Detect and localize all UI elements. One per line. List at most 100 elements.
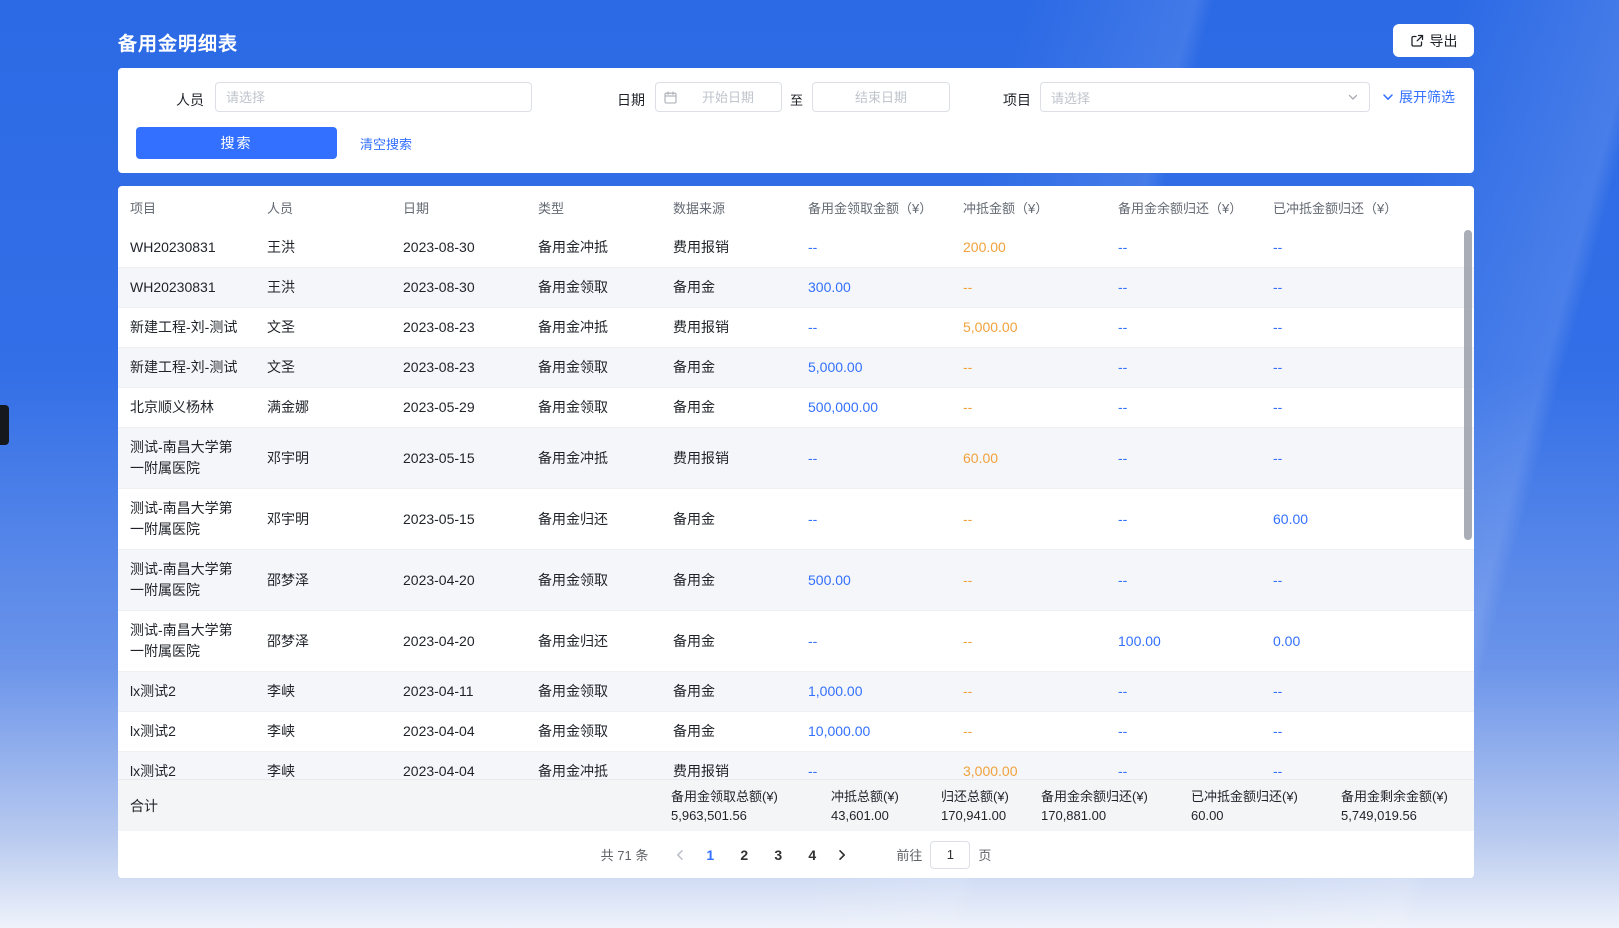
table-row[interactable]: 新建工程-刘-测试文圣2023-08-23备用金冲抵费用报销--5,000.00… xyxy=(118,308,1474,348)
table-cell: 2023-08-30 xyxy=(391,228,526,267)
person-select-input[interactable] xyxy=(215,82,532,112)
table-row[interactable]: lx测试2李峡2023-04-04备用金冲抵费用报销--3,000.00---- xyxy=(118,752,1474,779)
table-cell: 2023-04-20 xyxy=(391,561,526,600)
table-cell: 王洪 xyxy=(255,268,391,307)
table-cell: 北京顺义杨林 xyxy=(118,388,255,427)
table-cell: -- xyxy=(796,500,951,539)
table-row[interactable]: lx测试2李峡2023-04-04备用金领取备用金10,000.00------ xyxy=(118,712,1474,752)
table-cell: 10,000.00 xyxy=(796,712,951,751)
date-start-picker[interactable] xyxy=(655,82,782,112)
goto-page-input[interactable] xyxy=(930,841,970,869)
table-cell: 备用金领取 xyxy=(526,712,661,751)
export-label: 导出 xyxy=(1430,31,1458,51)
export-button[interactable]: 导出 xyxy=(1393,24,1474,57)
table-cell: 邓宇明 xyxy=(255,439,391,478)
expand-chevron-icon xyxy=(1381,90,1395,104)
table-cell: 2023-05-29 xyxy=(391,388,526,427)
date-end-input[interactable] xyxy=(821,90,941,105)
table-cell: 100.00 xyxy=(1106,622,1261,661)
drawer-handle[interactable] xyxy=(0,405,9,445)
table-cell: 邵梦泽 xyxy=(255,561,391,600)
project-select[interactable]: 请选择 xyxy=(1040,82,1370,112)
table-cell: 60.00 xyxy=(1261,500,1474,539)
page-button-2[interactable]: 2 xyxy=(730,841,758,869)
pagination-total-text: 共 71 条 xyxy=(601,845,649,864)
table-cell: 测试-南昌大学第一附属医院 xyxy=(118,550,255,610)
table-cell: -- xyxy=(1106,228,1261,267)
calendar-icon xyxy=(664,91,677,104)
summary-item-value: 170,941.00 xyxy=(941,807,1041,824)
summary-item: 备用金领取总额(¥)5,963,501.56 xyxy=(671,788,831,824)
table-row[interactable]: 测试-南昌大学第一附属医院邵梦泽2023-04-20备用金领取备用金500.00… xyxy=(118,550,1474,611)
table-cell: -- xyxy=(1261,712,1474,751)
expand-filters-label: 展开筛选 xyxy=(1399,87,1455,107)
table-cell: 5,000.00 xyxy=(951,308,1106,347)
table-cell: 备用金冲抵 xyxy=(526,752,661,779)
column-header: 备用金领取金额（¥） xyxy=(796,198,951,217)
table-cell: -- xyxy=(951,268,1106,307)
table-cell: 文圣 xyxy=(255,308,391,347)
table-cell: -- xyxy=(951,500,1106,539)
column-header: 类型 xyxy=(526,198,661,217)
table-cell: 李峡 xyxy=(255,712,391,751)
table-cell: -- xyxy=(1106,439,1261,478)
date-start-input[interactable] xyxy=(683,90,773,105)
table-scrollbar[interactable] xyxy=(1464,230,1472,540)
table-cell: 备用金冲抵 xyxy=(526,228,661,267)
page-button-3[interactable]: 3 xyxy=(764,841,792,869)
table-row[interactable]: 测试-南昌大学第一附属医院邓宇明2023-05-15备用金归还备用金------… xyxy=(118,489,1474,550)
table-cell: 0.00 xyxy=(1261,622,1474,661)
summary-item-label: 归还总额(¥) xyxy=(941,788,1041,805)
table-cell: 2023-04-11 xyxy=(391,672,526,711)
search-button[interactable]: 搜索 xyxy=(136,127,337,159)
table-cell: -- xyxy=(796,228,951,267)
clear-search-link[interactable]: 清空搜索 xyxy=(360,134,412,153)
table-cell: 2023-04-20 xyxy=(391,622,526,661)
summary-item-value: 60.00 xyxy=(1191,807,1341,824)
table-cell: -- xyxy=(1261,308,1474,347)
table-cell: 2023-05-15 xyxy=(391,439,526,478)
table-cell: -- xyxy=(1106,348,1261,387)
expand-filters-link[interactable]: 展开筛选 xyxy=(1381,87,1455,107)
table-cell: 备用金冲抵 xyxy=(526,439,661,478)
table-cell: WH20230831 xyxy=(118,268,255,307)
summary-item-value: 170,881.00 xyxy=(1041,807,1191,824)
table-cell: 李峡 xyxy=(255,672,391,711)
table-cell: 李峡 xyxy=(255,752,391,779)
table-row[interactable]: 测试-南昌大学第一附属医院邓宇明2023-05-15备用金冲抵费用报销--60.… xyxy=(118,428,1474,489)
summary-item-label: 已冲抵金额归还(¥) xyxy=(1191,788,1341,805)
table-cell: 备用金归还 xyxy=(526,500,661,539)
date-range-separator: 至 xyxy=(790,90,803,109)
table-cell: -- xyxy=(1261,561,1474,600)
table-cell: 备用金领取 xyxy=(526,268,661,307)
table-cell: 测试-南昌大学第一附属医院 xyxy=(118,611,255,671)
prev-page-button[interactable] xyxy=(666,841,694,869)
date-end-picker[interactable] xyxy=(812,82,950,112)
table-cell: 2023-08-23 xyxy=(391,308,526,347)
table-cell: -- xyxy=(951,622,1106,661)
table-cell: 5,000.00 xyxy=(796,348,951,387)
project-label: 项目 xyxy=(1003,90,1031,110)
table-cell: 1,000.00 xyxy=(796,672,951,711)
table-cell: WH20230831 xyxy=(118,228,255,267)
table-row[interactable]: 测试-南昌大学第一附属医院邵梦泽2023-04-20备用金归还备用金----10… xyxy=(118,611,1474,672)
table-row[interactable]: lx测试2李峡2023-04-11备用金领取备用金1,000.00------ xyxy=(118,672,1474,712)
column-header: 项目 xyxy=(118,198,255,217)
page-button-1[interactable]: 1 xyxy=(696,841,724,869)
table-cell: 300.00 xyxy=(796,268,951,307)
table-cell: 测试-南昌大学第一附属医院 xyxy=(118,428,255,488)
table-cell: lx测试2 xyxy=(118,712,255,751)
table-cell: -- xyxy=(1261,268,1474,307)
table-cell: 备用金 xyxy=(661,268,796,307)
next-page-button[interactable] xyxy=(828,841,856,869)
table-cell: 2023-04-04 xyxy=(391,712,526,751)
summary-item: 归还总额(¥) 170,941.00 xyxy=(941,788,1041,824)
table-row[interactable]: WH20230831王洪2023-08-30备用金领取备用金300.00----… xyxy=(118,268,1474,308)
table-row[interactable]: WH20230831王洪2023-08-30备用金冲抵费用报销--200.00-… xyxy=(118,228,1474,268)
table-row[interactable]: 新建工程-刘-测试文圣2023-08-23备用金领取备用金5,000.00---… xyxy=(118,348,1474,388)
table-cell: 费用报销 xyxy=(661,439,796,478)
table-row[interactable]: 北京顺义杨林满金娜2023-05-29备用金领取备用金500,000.00---… xyxy=(118,388,1474,428)
page-button-4[interactable]: 4 xyxy=(798,841,826,869)
table-cell: 备用金领取 xyxy=(526,348,661,387)
table-cell: -- xyxy=(796,308,951,347)
